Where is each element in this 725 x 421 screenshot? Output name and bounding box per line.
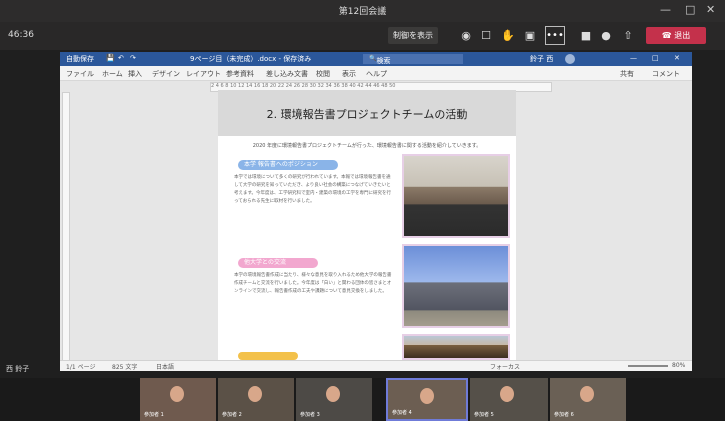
word-title-bar: 自動保存 💾 ↶ ↷ 9ページ目（未完成）.docx - 保存済み 🔍 検索 鈴… (60, 52, 692, 66)
shared-word-window: 自動保存 💾 ↶ ↷ 9ページ目（未完成）.docx - 保存済み 🔍 検索 鈴… (60, 52, 692, 371)
redo-icon[interactable]: ↷ (130, 54, 136, 62)
phone-icon: ☎ (661, 31, 675, 40)
ribbon-tabs: ファイル ホーム 挿入 デザイン レイアウト 参考資料 差し込み文書 校閲 表示… (60, 66, 692, 81)
participant-name: 参加者 4 (392, 410, 412, 416)
status-bar: 1/1 ページ 825 文字 日本語 フォーカス 80% (60, 360, 692, 371)
participant-tile-speaking[interactable]: 参加者 4 (386, 378, 468, 421)
section-body: 本学では環境について多くの研究が行われています。本報では環境報告書を通して大学の… (234, 175, 392, 204)
zoom-level[interactable]: 80% (672, 362, 685, 369)
autosave-label[interactable]: 自動保存 (66, 54, 94, 64)
close-icon[interactable]: ✕ (674, 54, 680, 62)
word-count[interactable]: 825 文字 (112, 362, 137, 371)
more-actions-button[interactable]: ••• (545, 26, 565, 45)
participant-face (326, 386, 340, 402)
tab-mailings[interactable]: 差し込み文書 (266, 69, 308, 79)
search-placeholder: 検索 (376, 57, 391, 65)
document-title: 9ページ目（未完成）.docx - 保存済み (190, 55, 312, 63)
search-box[interactable]: 🔍 検索 (363, 54, 463, 65)
meeting-photo (402, 154, 510, 238)
chat-icon[interactable]: ☐ (478, 28, 494, 44)
maximize-icon[interactable]: □ (685, 3, 695, 16)
participant-tile[interactable]: 参加者 2 (218, 378, 294, 421)
language[interactable]: 日本語 (156, 362, 174, 371)
page-count[interactable]: 1/1 ページ (66, 362, 95, 371)
section-badge: 他大学との交流 (238, 258, 318, 268)
participant-name: 参加者 5 (474, 412, 494, 418)
participant-tile[interactable]: 参加者 3 (296, 378, 372, 421)
leave-label: 退出 (674, 31, 691, 40)
vertical-ruler[interactable] (62, 92, 70, 362)
participant-name: 参加者 3 (300, 412, 320, 418)
participant-tile[interactable]: 参加者 1 (140, 378, 216, 421)
tab-review[interactable]: 校閲 (316, 69, 330, 79)
participant-name: 参加者 6 (554, 412, 574, 418)
meeting-toolbar: 46:36 制御を表示 ◉ ☐ ✋ ▣ ••• ■ ● ⇧ ☎ 退出 (0, 22, 725, 50)
zoom-slider[interactable] (628, 365, 668, 367)
document-page[interactable]: 2. 環境報告書プロジェクトチームの活動 2020 年度に環境報告書プロジェクト… (218, 90, 516, 360)
participant-name: 参加者 2 (222, 412, 242, 418)
tab-layout[interactable]: レイアウト (186, 69, 221, 79)
tab-home[interactable]: ホーム (102, 69, 123, 79)
minimize-icon[interactable]: — (660, 3, 671, 16)
avatar[interactable] (565, 54, 575, 64)
leave-button[interactable]: ☎ 退出 (646, 27, 706, 44)
participants-icon[interactable]: ◉ (458, 28, 474, 44)
save-icon[interactable]: 💾 (106, 54, 115, 62)
meeting-title: 第12回会議 (338, 7, 387, 17)
camera-icon[interactable]: ■ (578, 28, 594, 44)
participant-face (420, 388, 434, 404)
participant-name: 参加者 1 (144, 412, 164, 418)
meeting-timer: 46:36 (8, 30, 34, 40)
tab-view[interactable]: 表示 (342, 69, 356, 79)
meeting-title-bar: 第12回会議 — □ ✕ (0, 0, 725, 22)
microphone-icon[interactable]: ● (598, 28, 614, 44)
stop-sharing-button[interactable]: 制御を表示 (388, 27, 438, 44)
participant-face (248, 386, 262, 402)
horse-photo (402, 334, 510, 360)
participant-tile[interactable]: 参加者 5 (470, 378, 548, 421)
focus-mode[interactable]: フォーカス (490, 362, 520, 371)
tab-insert[interactable]: 挿入 (128, 69, 142, 79)
tab-file[interactable]: ファイル (66, 69, 94, 79)
participant-face (580, 386, 594, 402)
tab-help[interactable]: ヘルプ (366, 69, 387, 79)
maximize-icon[interactable]: □ (652, 54, 659, 62)
minimize-icon[interactable]: — (630, 54, 637, 62)
raise-hand-icon[interactable]: ✋ (500, 28, 516, 44)
participant-face (170, 386, 184, 402)
section-badge: 本学 報告書へのポジション (238, 160, 338, 170)
section-badge (238, 352, 298, 360)
share-button[interactable]: 共有 (620, 69, 634, 79)
comment-button[interactable]: コメント (652, 69, 680, 79)
page-title: 2. 環境報告書プロジェクトチームの活動 (266, 108, 468, 121)
undo-icon[interactable]: ↶ (118, 54, 124, 62)
share-tray-icon[interactable]: ⇧ (620, 28, 636, 44)
participant-tile[interactable]: 参加者 6 (550, 378, 626, 421)
intro-text: 2020 年度に環境報告書プロジェクトチームが行った、環境報告書に関する活動を紹… (252, 143, 482, 149)
breakout-icon[interactable]: ▣ (522, 28, 538, 44)
section-body: 本学の環境報告書作成に当たり、様々な意見を取り入れるため他大学の報告書作成チーム… (234, 273, 392, 294)
building-photo (402, 244, 510, 328)
tab-design[interactable]: デザイン (152, 69, 180, 79)
tab-references[interactable]: 参考資料 (226, 69, 254, 79)
self-label: 西 鈴子 (6, 365, 30, 373)
close-icon[interactable]: ✕ (706, 3, 715, 16)
user-name: 鈴子 西 (530, 55, 554, 63)
participant-face (500, 386, 514, 402)
